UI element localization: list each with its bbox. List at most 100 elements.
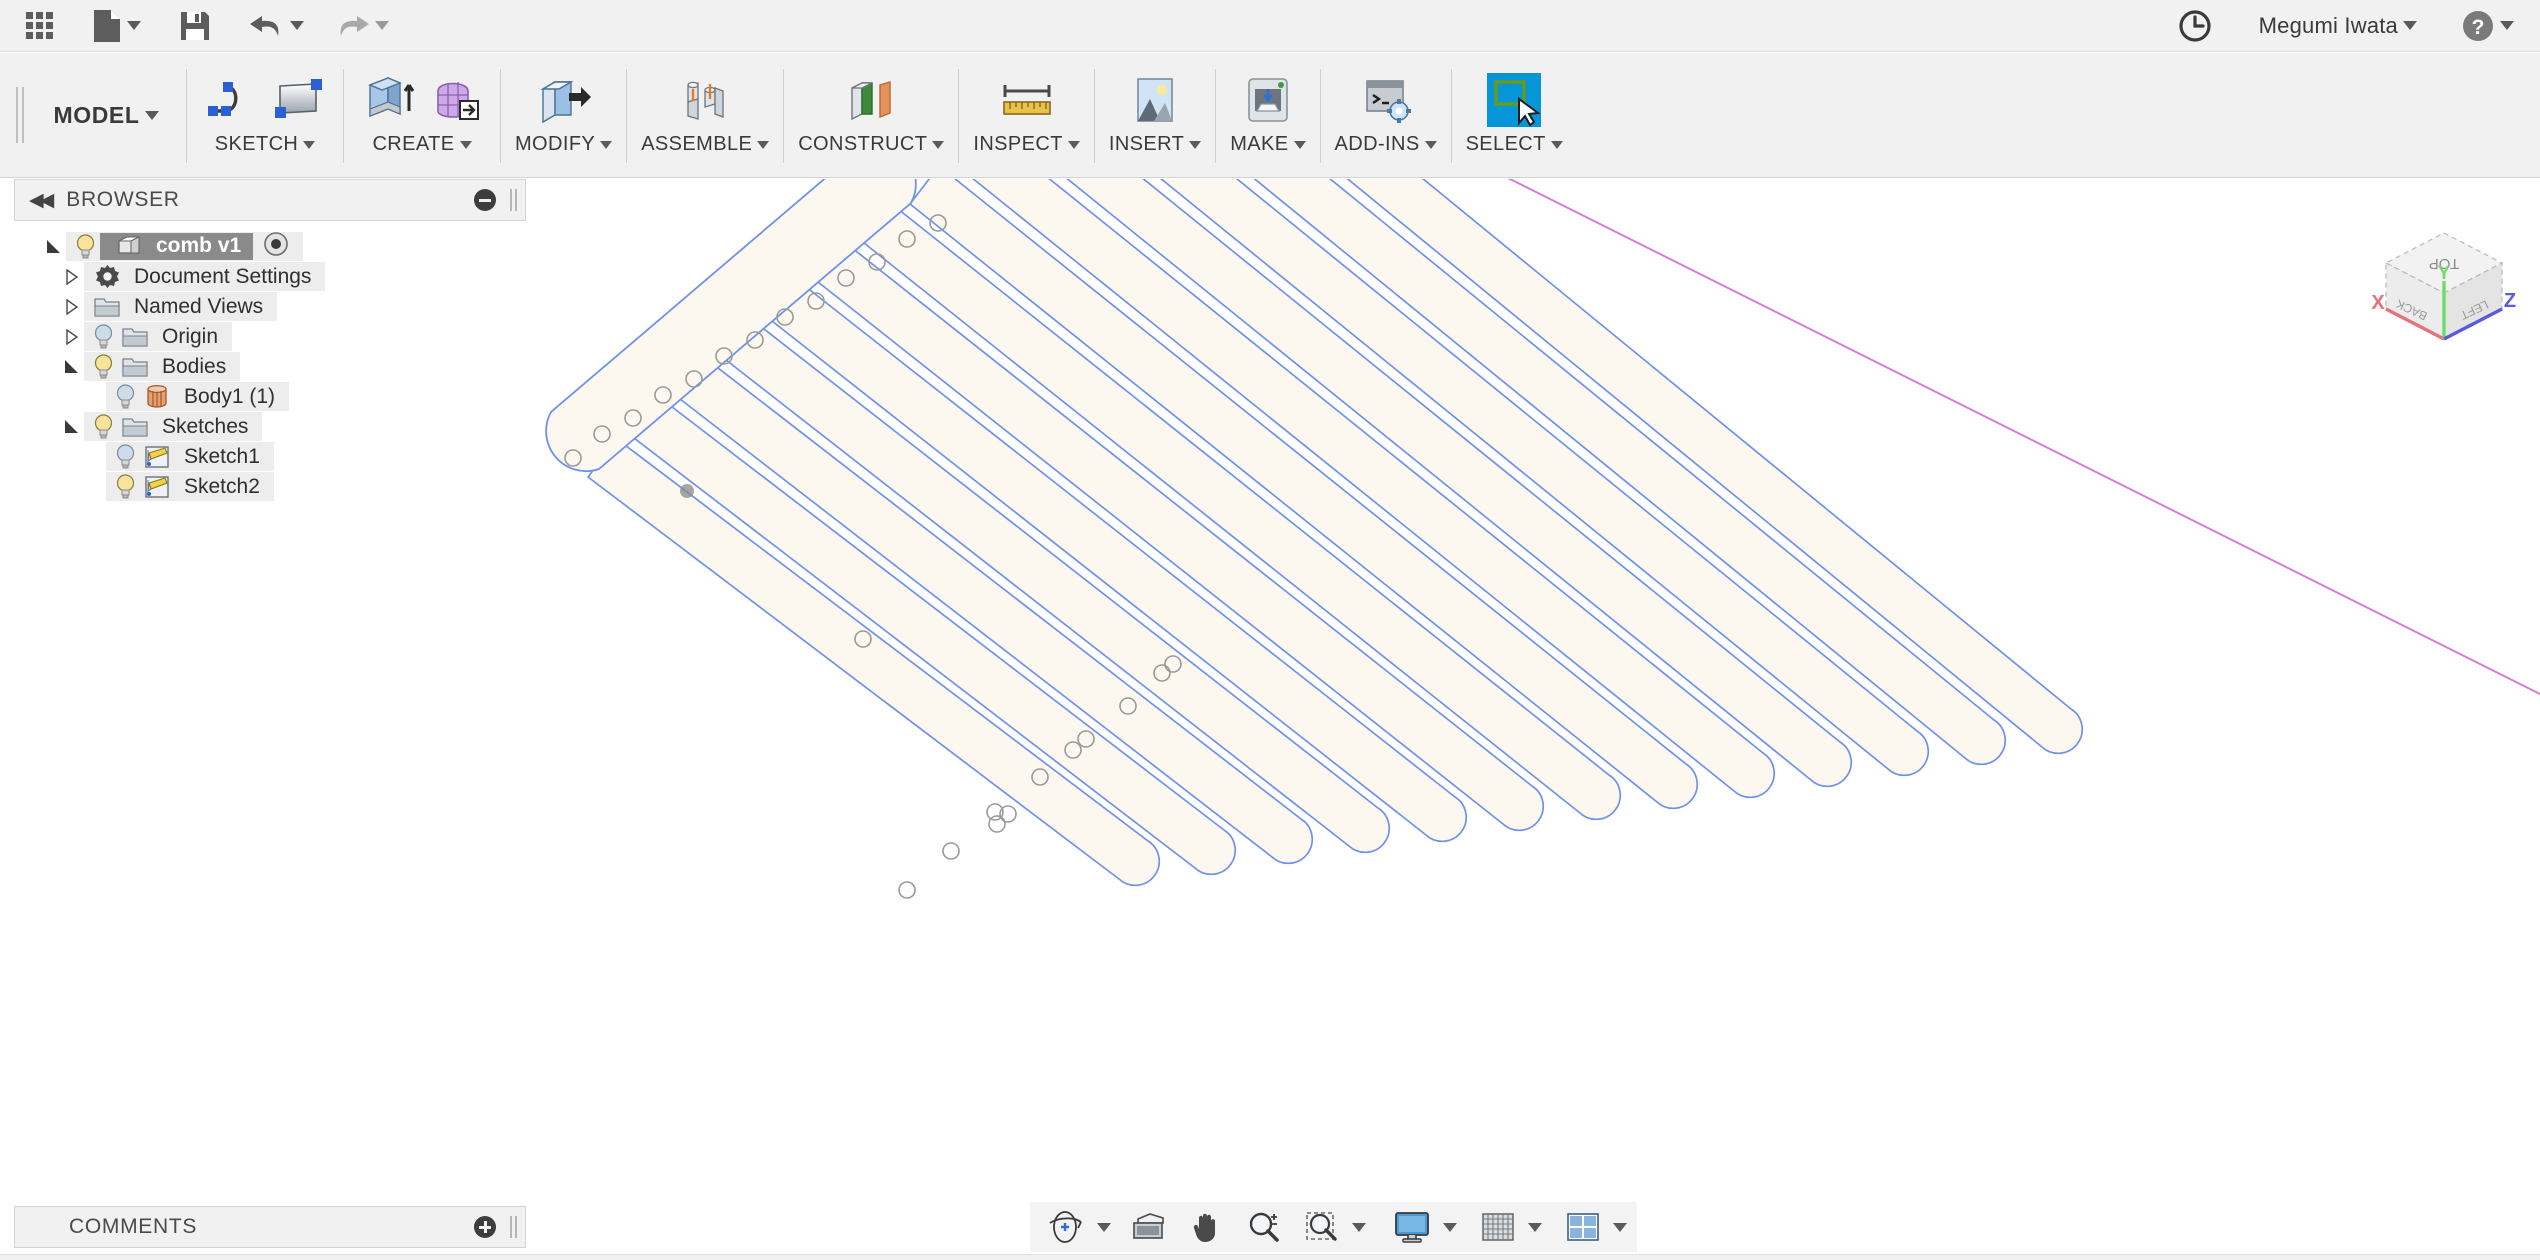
chevron-down-icon[interactable]: [1352, 1222, 1366, 1232]
viewports-button[interactable]: [1560, 1205, 1606, 1249]
tree-row-document-settings[interactable]: Document Settings: [14, 262, 526, 291]
press-pull-button[interactable]: [533, 69, 595, 131]
undo-arrow-icon: [250, 15, 279, 36]
workspace-switcher[interactable]: MODEL: [26, 53, 186, 177]
panel-create-label[interactable]: CREATE: [372, 133, 472, 156]
tree-row-body1[interactable]: Body1 (1): [14, 382, 526, 411]
chevron-down-icon[interactable]: [1097, 1222, 1111, 1232]
component-icon: [112, 234, 146, 258]
visibility-bulb-on-icon[interactable]: [88, 414, 118, 439]
visibility-bulb-off-icon[interactable]: [110, 444, 140, 469]
job-status-button[interactable]: [2171, 5, 2219, 47]
app-grid-button[interactable]: [18, 5, 60, 47]
grid-snaps-button[interactable]: [1475, 1205, 1521, 1249]
sketch-point: [988, 815, 1006, 833]
plus-circle-icon[interactable]: [474, 1216, 496, 1238]
twisty-down-icon[interactable]: [40, 239, 66, 254]
tree-row-bodies[interactable]: Bodies: [14, 352, 526, 381]
panel-insert-label[interactable]: INSERT: [1109, 133, 1202, 156]
sketch-spline-icon: [208, 82, 238, 116]
pan-button[interactable]: [1183, 1205, 1229, 1249]
redo-button[interactable]: [328, 5, 395, 47]
panel-sketch-label[interactable]: SKETCH: [215, 133, 316, 156]
chevron-down-icon: [932, 140, 945, 149]
panel-resize-handle[interactable]: [510, 189, 517, 211]
visibility-bulb-off-icon[interactable]: [88, 324, 118, 349]
file-menu-button[interactable]: [86, 5, 147, 47]
measure-ruler-icon: [1002, 85, 1051, 115]
zoom-icon: [1249, 1212, 1279, 1242]
chevron-down-icon[interactable]: [1613, 1222, 1627, 1232]
3d-print-button[interactable]: [1237, 69, 1299, 131]
chevron-down-icon[interactable]: [1443, 1222, 1457, 1232]
browser-tree: comb v1 Document Settings Named Views Or…: [14, 231, 526, 502]
visibility-bulb-on-icon[interactable]: [88, 354, 118, 379]
look-at-button[interactable]: [1125, 1205, 1171, 1249]
visibility-bulb-on-icon[interactable]: [110, 474, 140, 499]
chevron-down-icon: [1293, 140, 1306, 149]
activate-component-radio[interactable]: [263, 231, 289, 263]
twisty-down-icon[interactable]: [58, 359, 84, 374]
visibility-bulb-off-icon[interactable]: [110, 384, 140, 409]
chevron-down-icon[interactable]: [1528, 1222, 1542, 1232]
scripts-addins-button[interactable]: [1355, 69, 1417, 131]
twisty-down-icon[interactable]: [58, 419, 84, 434]
visibility-bulb-on-icon[interactable]: [70, 234, 100, 259]
tree-row-sketch1[interactable]: Sketch1: [14, 442, 526, 471]
panel-make-label[interactable]: MAKE: [1230, 133, 1306, 156]
create-form-button[interactable]: [424, 69, 486, 131]
save-icon: [181, 11, 209, 40]
zoom-button[interactable]: [1241, 1205, 1287, 1249]
chevron-down-icon: [127, 21, 141, 30]
double-left-arrow-icon[interactable]: ◀◀: [29, 189, 54, 212]
sketch-rectangle-button[interactable]: [267, 69, 329, 131]
panel-select-label[interactable]: SELECT: [1466, 133, 1563, 156]
panel-resize-handle[interactable]: [510, 1216, 517, 1238]
save-button[interactable]: [173, 5, 217, 47]
extrude-icon: [368, 76, 415, 118]
tree-row-sketch2[interactable]: Sketch2: [14, 472, 526, 501]
view-cube[interactable]: TOP BACK LEFT X Y Z: [2352, 217, 2532, 372]
panel-construct-label[interactable]: CONSTRUCT: [798, 133, 945, 156]
tree-item-label: Bodies: [162, 354, 227, 378]
panel-inspect-label[interactable]: INSPECT: [973, 133, 1080, 156]
chevron-down-icon: [1189, 140, 1202, 149]
user-account-button[interactable]: Megumi Iwata: [2253, 5, 2423, 47]
chevron-down-icon: [290, 21, 304, 30]
select-button[interactable]: [1483, 69, 1545, 131]
panel-modify-label[interactable]: MODIFY: [515, 133, 613, 156]
orbit-button[interactable]: [1040, 1205, 1090, 1249]
tree-row-origin[interactable]: Origin: [14, 322, 526, 351]
minimize-icon[interactable]: [474, 189, 496, 211]
extrude-button[interactable]: [358, 69, 420, 131]
ribbon-grip[interactable]: [0, 53, 26, 177]
sketch-icon: [140, 444, 174, 469]
tree-item-selected-chip[interactable]: comb v1: [100, 233, 254, 260]
panel-assemble-label[interactable]: ASSEMBLE: [641, 133, 770, 156]
model-canvas[interactable]: TOP BACK LEFT X Y Z: [527, 179, 2540, 1197]
zoom-window-button[interactable]: [1299, 1205, 1345, 1249]
offset-plane-button[interactable]: [840, 69, 902, 131]
measure-button[interactable]: [996, 69, 1058, 131]
help-button[interactable]: ?: [2455, 5, 2520, 47]
sketch-create-button[interactable]: [201, 69, 263, 131]
twisty-right-icon[interactable]: [58, 328, 84, 345]
tree-row-named-views[interactable]: Named Views: [14, 292, 526, 321]
chevron-down-icon: [2500, 21, 2514, 30]
twisty-right-icon[interactable]: [58, 298, 84, 315]
panel-assemble: ASSEMBLE: [627, 53, 783, 177]
selected-sketch-point[interactable]: [680, 484, 694, 498]
grid-snap-icon: [1482, 1213, 1514, 1241]
folder-icon: [90, 295, 124, 319]
panel-insert: INSERT: [1095, 53, 1215, 177]
svg-text:?: ?: [2472, 16, 2485, 39]
panel-addins-label[interactable]: ADD-INS: [1335, 133, 1437, 156]
joint-button[interactable]: [674, 69, 736, 131]
display-settings-button[interactable]: [1388, 1205, 1436, 1249]
twisty-right-icon[interactable]: [58, 268, 84, 285]
tree-row-comb[interactable]: comb v1: [14, 231, 526, 263]
insert-image-button[interactable]: [1124, 69, 1186, 131]
undo-button[interactable]: [243, 5, 310, 47]
tree-row-sketches[interactable]: Sketches: [14, 412, 526, 441]
redo-arrow-icon: [340, 15, 369, 36]
